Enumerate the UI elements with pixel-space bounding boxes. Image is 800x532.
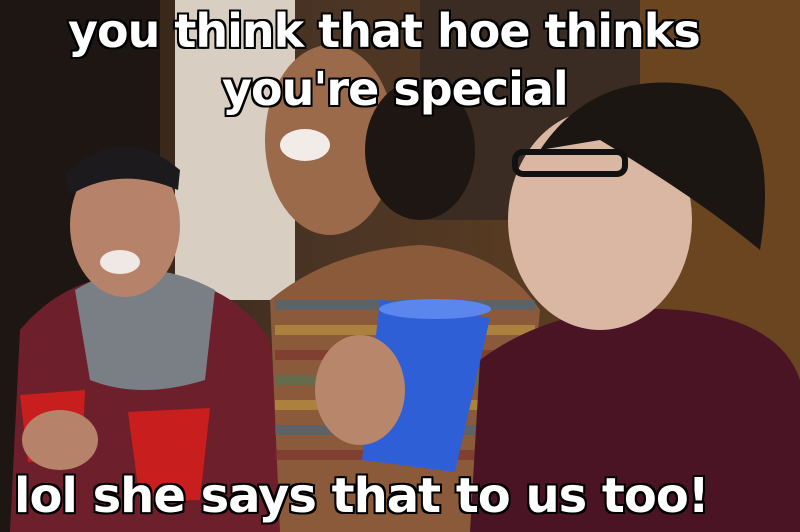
bottom-caption: lol she says that to us too!: [14, 468, 710, 524]
left-man-hand: [22, 410, 98, 470]
left-man-mouth: [100, 250, 140, 274]
middle-man-mouth: [280, 129, 330, 161]
top-caption-line-2: you're special: [222, 62, 569, 116]
blue-cup-rim: [379, 299, 491, 319]
top-caption-line-1: you think that hoe thinks: [68, 4, 701, 58]
middle-man-hand: [315, 335, 405, 445]
meme-image: you think that hoe thinks you're special…: [0, 0, 800, 532]
